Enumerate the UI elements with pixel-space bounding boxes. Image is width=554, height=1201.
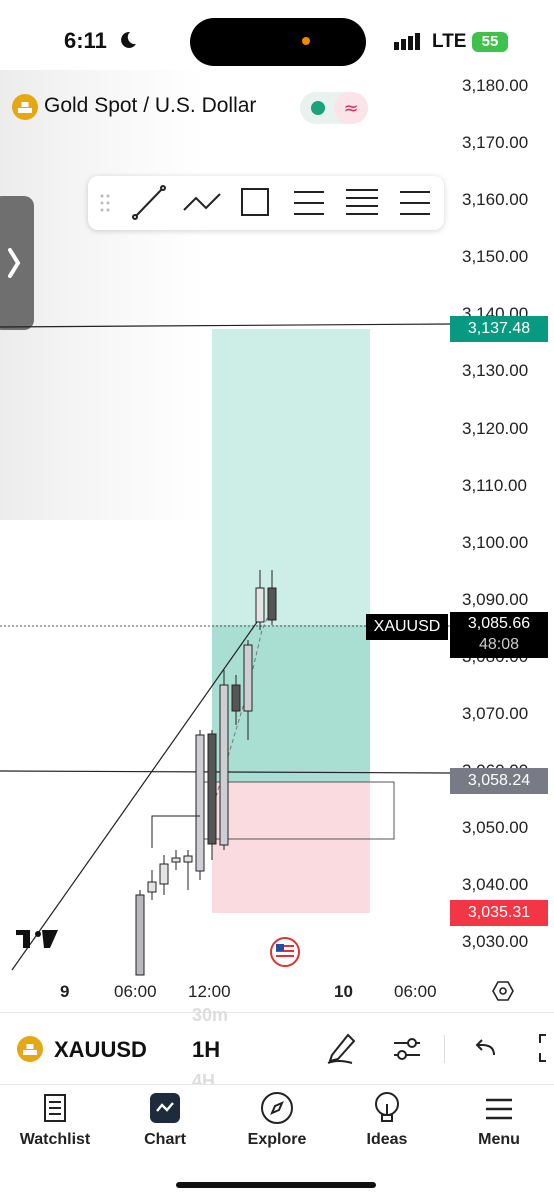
nav-label: Explore: [247, 1131, 307, 1148]
drawing-tools: [100, 185, 430, 220]
candle: [243, 644, 253, 712]
target-price-tag: 3,137.48: [450, 316, 548, 342]
candle: [159, 863, 169, 885]
candle: [231, 684, 241, 712]
battery-level: 55: [472, 32, 508, 52]
us-flag-icon: [270, 937, 300, 967]
loss-zone: [212, 782, 370, 913]
candle: [207, 733, 217, 845]
nav-label: Ideas: [366, 1131, 408, 1148]
interval-selector[interactable]: 1H: [192, 1037, 220, 1063]
pivot-line: [151, 815, 200, 848]
tradingview-logo: [16, 930, 58, 948]
profit-zone: [212, 329, 370, 625]
nav-label: Menu: [478, 1131, 520, 1148]
gold-icon: [17, 1036, 43, 1062]
bar-countdown: 48:08: [478, 636, 520, 653]
time-axis-label: 06:00: [394, 982, 437, 1001]
price-axis-label: 3,030.00: [462, 932, 529, 951]
fullscreen-icon[interactable]: [536, 1033, 554, 1063]
time-axis-label: 9: [60, 982, 70, 1001]
candle: [219, 684, 229, 846]
divider: [444, 1035, 445, 1063]
price-axis-label: 3,050.00: [462, 818, 529, 837]
interval-faded-top: 30m: [192, 1005, 229, 1025]
time-axis-label: 06:00: [114, 982, 157, 1001]
indicators-icon[interactable]: [392, 1033, 422, 1063]
drag-handle-icon: [100, 194, 110, 212]
candle: [195, 734, 205, 872]
moon-icon: [121, 31, 136, 48]
lines-tool-icon: [346, 189, 378, 215]
symbol-selector[interactable]: XAUUSD: [54, 1037, 147, 1063]
current-price-tag: 3,085.66 48:08: [450, 612, 548, 658]
candle: [267, 587, 277, 621]
undo-icon[interactable]: [474, 1037, 498, 1059]
current-price: 3,085.66: [467, 615, 531, 632]
price-axis-label: 3,110.00: [462, 476, 527, 495]
price-axis-label: 3,040.00: [462, 875, 529, 894]
stop-price-tag: 3,035.31: [450, 900, 548, 926]
trend-line-tool-icon: [132, 185, 166, 220]
time-axis-label: 12:00: [188, 982, 231, 1001]
menu-icon: [486, 1098, 512, 1120]
price-axis-label: 3,160.00: [462, 190, 529, 209]
settings-hexagon-icon[interactable]: [492, 980, 514, 1002]
home-indicator: [176, 1182, 376, 1188]
nav-label: Watchlist: [19, 1131, 91, 1148]
candle: [135, 894, 145, 976]
price-axis-label: 3,150.00: [462, 247, 529, 266]
candle: [255, 587, 265, 623]
status-time: 6:11: [64, 28, 107, 53]
network-type: LTE: [432, 31, 467, 52]
candle: [147, 881, 157, 893]
price-axis-label: 3,090.00: [462, 590, 529, 609]
candle: [183, 855, 193, 863]
chart-icon: [150, 1093, 180, 1123]
price-axis-label: 3,170.00: [462, 133, 529, 152]
resistance-line: [0, 323, 451, 328]
signal-icon: [394, 33, 420, 50]
watchlist-icon: [44, 1094, 66, 1122]
price-axis-label: 3,130.00: [462, 361, 529, 380]
candle: [171, 857, 181, 863]
projection-tool-icon: [400, 191, 430, 215]
path-tool-icon: [183, 193, 221, 211]
pen-icon[interactable]: [324, 1029, 358, 1065]
current-symbol-tag: XAUUSD: [366, 614, 448, 640]
privacy-indicator: [302, 37, 310, 45]
price-axis-label: 3,100.00: [462, 533, 529, 552]
price-axis-label: 3,120.00: [462, 419, 529, 438]
drawing-toolbar: [88, 176, 444, 230]
time-axis-label: 10: [334, 982, 353, 1001]
price-axis-label: 3,180.00: [462, 76, 529, 95]
price-axis-label: 3,070.00: [462, 704, 529, 723]
dynamic-island: [190, 18, 366, 66]
lightbulb-icon: [375, 1092, 399, 1122]
compass-icon: [261, 1092, 293, 1124]
entry-price-tag: 3,058.24: [450, 768, 548, 794]
symbol-bar: 30m 4H XAUUSD 1H: [0, 1005, 554, 1091]
rectangle-tool-icon: [241, 188, 269, 216]
fib-tool-icon: [294, 191, 324, 215]
nav-label: Chart: [144, 1131, 186, 1148]
